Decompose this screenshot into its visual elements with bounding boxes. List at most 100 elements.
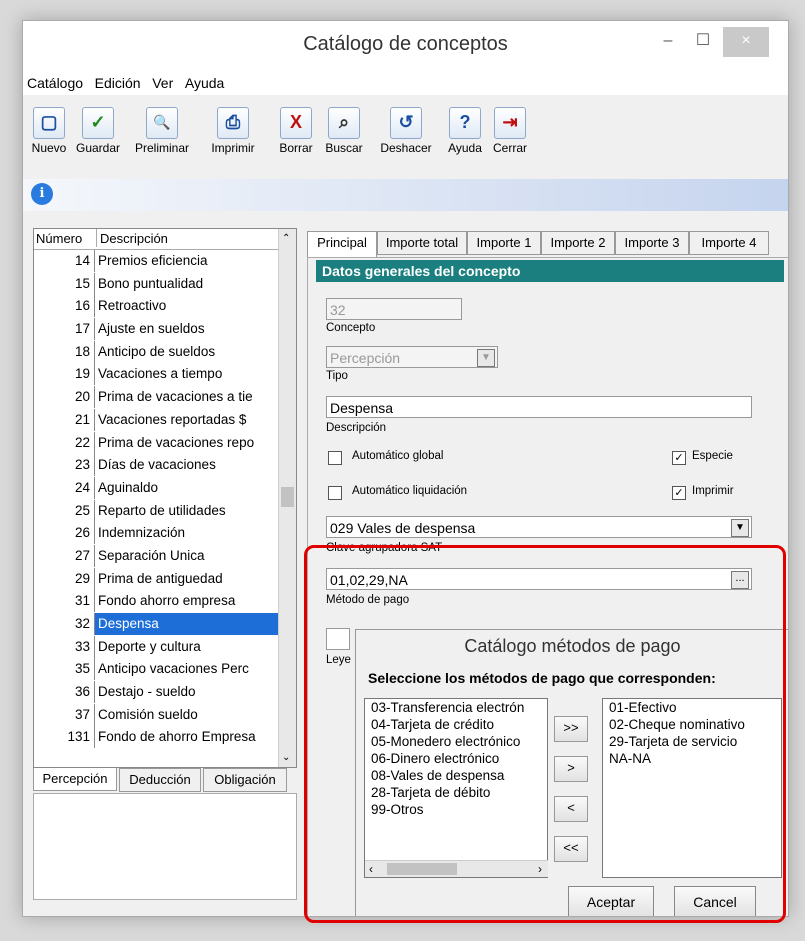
list-item[interactable]: 131 Fondo de ahorro Empresa bbox=[34, 726, 296, 749]
list-item[interactable]: 33 Deporte y cultura bbox=[34, 635, 296, 659]
guardar-button[interactable]: ✓ Guardar bbox=[73, 107, 123, 155]
list-item[interactable]: 29 Prima de antiguedad bbox=[34, 567, 296, 591]
ayuda-button[interactable]: ? Ayuda bbox=[443, 107, 487, 155]
list-item[interactable]: 16 Retroactivo bbox=[34, 295, 296, 318]
tab-deduccion[interactable]: Deducción bbox=[119, 768, 201, 792]
list-item-number: 36 bbox=[74, 684, 90, 700]
scroll-down-icon[interactable]: ⌄ bbox=[282, 752, 290, 763]
minimize-button[interactable]: – bbox=[653, 27, 683, 57]
list-item[interactable]: 19 Vacaciones a tiempo bbox=[34, 363, 296, 386]
tab-importe-3[interactable]: Importe 3 bbox=[615, 231, 689, 255]
list-item[interactable]: 21 Vacaciones reportadas $ bbox=[34, 408, 296, 432]
list-item[interactable]: 36 Destajo - sueldo bbox=[34, 681, 296, 704]
list-item[interactable]: 26 Indemnización bbox=[34, 522, 296, 545]
header-numero[interactable]: Número bbox=[36, 231, 82, 246]
tab-importe-1[interactable]: Importe 1 bbox=[467, 231, 541, 255]
cerrar-button[interactable]: ⇥ Cerrar bbox=[487, 107, 533, 155]
list-item[interactable]: 15 Bono puntualidad bbox=[34, 272, 296, 296]
scroll-up-icon[interactable]: ⌃ bbox=[282, 233, 290, 244]
scroll-thumb[interactable] bbox=[281, 487, 294, 507]
list-item[interactable]: 17 Ajuste en sueldos bbox=[34, 318, 296, 341]
descripcion-label: Descripción bbox=[326, 422, 387, 434]
list-item-number: 27 bbox=[74, 547, 90, 563]
preliminar-button[interactable]: 🔍 Preliminar bbox=[127, 107, 197, 155]
tab-importe-2[interactable]: Importe 2 bbox=[541, 231, 615, 255]
list-item[interactable]: 20 Prima de vacaciones a tie bbox=[34, 386, 296, 409]
tab-principal[interactable]: Principal bbox=[307, 231, 377, 257]
printer-icon: ⎙ bbox=[217, 107, 249, 139]
help-icon: ? bbox=[449, 107, 481, 139]
list-item-description: Vacaciones a tiempo bbox=[94, 363, 288, 386]
imprimir-checkbox[interactable]: ✓ bbox=[672, 486, 686, 500]
tipo-select[interactable]: Percepción ▼ bbox=[326, 346, 498, 368]
auto-global-checkbox[interactable] bbox=[328, 451, 342, 465]
tab-importe-4[interactable]: Importe 4 bbox=[689, 231, 769, 255]
list-item[interactable]: 24 Aguinaldo bbox=[34, 476, 296, 500]
list-item[interactable]: 18 Anticipo de sueldos bbox=[34, 340, 296, 364]
concepto-label: Concepto bbox=[326, 322, 376, 334]
nuevo-label: Nuevo bbox=[31, 141, 67, 155]
list-scrollbar[interactable]: ⌃ ⌄ bbox=[278, 229, 296, 767]
new-doc-icon: ▢ bbox=[33, 107, 65, 139]
chevron-down-icon[interactable]: ▼ bbox=[477, 349, 495, 367]
list-item[interactable]: 23 Días de vacaciones bbox=[34, 454, 296, 477]
tab-percepcion[interactable]: Percepción bbox=[33, 768, 117, 791]
list-item[interactable]: 27 Separación Unica bbox=[34, 544, 296, 568]
imprimir-label: Imprimir bbox=[211, 141, 255, 155]
list-item-description: Comisión sueldo bbox=[94, 703, 288, 726]
list-item-number: 16 bbox=[74, 298, 90, 314]
clave-select[interactable]: 029 Vales de despensa ▼ bbox=[326, 516, 752, 538]
list-item-description: Aguinaldo bbox=[94, 476, 288, 499]
list-item[interactable]: 32 Despensa bbox=[34, 613, 296, 636]
checkmark-icon: ✓ bbox=[82, 107, 114, 139]
list-item-description: Deporte y cultura bbox=[94, 635, 288, 658]
especie-label: Especie bbox=[692, 450, 733, 462]
tab-obligacion[interactable]: Obligación bbox=[203, 768, 287, 792]
list-item-number: 31 bbox=[74, 593, 90, 609]
menu-bar: Catálogo Edición Ver Ayuda bbox=[23, 73, 788, 95]
close-button[interactable]: × bbox=[723, 27, 769, 57]
cerrar-label: Cerrar bbox=[492, 141, 527, 155]
list-item[interactable]: 35 Anticipo vacaciones Perc bbox=[34, 658, 296, 681]
maximize-button[interactable]: ☐ bbox=[688, 27, 718, 57]
delete-icon: X bbox=[280, 107, 312, 139]
info-icon: i bbox=[31, 183, 53, 205]
list-header: Número Descripción bbox=[34, 229, 296, 250]
list-item-description: Reparto de utilidades bbox=[94, 499, 288, 522]
list-item-number: 15 bbox=[74, 275, 90, 291]
borrar-button[interactable]: X Borrar bbox=[273, 107, 319, 155]
menu-edicion[interactable]: Edición bbox=[91, 73, 145, 93]
concept-list[interactable]: Número Descripción 14 Premios eficiencia 1… bbox=[33, 228, 297, 768]
imprimir-button[interactable]: ⎙ Imprimir bbox=[203, 107, 263, 155]
list-item[interactable]: 22 Prima de vacaciones repo bbox=[34, 431, 296, 455]
chevron-down-icon[interactable]: ▼ bbox=[731, 519, 749, 537]
list-item-description: Bono puntualidad bbox=[94, 272, 288, 295]
undo-icon: ↺ bbox=[390, 107, 422, 139]
auto-liq-label: Automático liquidación bbox=[352, 485, 468, 497]
imprimir-label: Imprimir bbox=[692, 485, 734, 497]
preliminar-label: Preliminar bbox=[134, 141, 189, 155]
menu-ayuda[interactable]: Ayuda bbox=[181, 73, 228, 93]
list-item[interactable]: 25 Reparto de utilidades bbox=[34, 499, 296, 523]
list-item-description: Ajuste en sueldos bbox=[94, 318, 288, 341]
tab-importe-total[interactable]: Importe total bbox=[377, 231, 467, 255]
menu-ver[interactable]: Ver bbox=[148, 73, 177, 93]
list-item-description: Anticipo vacaciones Perc bbox=[94, 658, 288, 681]
list-item-description: Fondo de ahorro Empresa bbox=[94, 726, 288, 749]
list-item[interactable]: 31 Fondo ahorro empresa bbox=[34, 590, 296, 613]
concepto-input[interactable]: 32 bbox=[326, 298, 462, 320]
toolbar: ▢ Nuevo ✓ Guardar 🔍 Preliminar ⎙ Imprimi… bbox=[23, 97, 788, 180]
header-descripcion[interactable]: Descripción bbox=[96, 229, 168, 247]
especie-checkbox[interactable]: ✓ bbox=[672, 451, 686, 465]
auto-liq-checkbox[interactable] bbox=[328, 486, 342, 500]
nuevo-button[interactable]: ▢ Nuevo bbox=[27, 107, 71, 155]
menu-catalogo[interactable]: Catálogo bbox=[23, 73, 87, 93]
list-item-description: Indemnización bbox=[94, 522, 288, 545]
list-item[interactable]: 14 Premios eficiencia bbox=[34, 250, 296, 273]
list-item-number: 25 bbox=[74, 502, 90, 518]
preview-icon: 🔍 bbox=[146, 107, 178, 139]
buscar-button[interactable]: ⌕ Buscar bbox=[319, 107, 369, 155]
list-item[interactable]: 37 Comisión sueldo bbox=[34, 703, 296, 727]
deshacer-button[interactable]: ↺ Deshacer bbox=[373, 107, 439, 155]
descripcion-input[interactable]: Despensa bbox=[326, 396, 752, 418]
